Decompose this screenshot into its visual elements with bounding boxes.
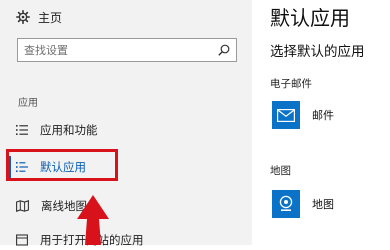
page-title: 默认应用 <box>270 6 350 30</box>
search-icon[interactable] <box>218 44 230 56</box>
web-app-icon <box>16 234 28 246</box>
default-maps-app-button[interactable]: 地图 <box>272 190 334 218</box>
sidebar-item-websites-apps[interactable]: 用于打开网站的应用 <box>16 230 246 250</box>
category-label-email: 电子邮件 <box>270 78 312 90</box>
main-content: 默认应用 选择默认的应用 电子邮件 邮件 地图 地图 <box>252 0 390 245</box>
default-email-app-button[interactable]: 邮件 <box>272 101 334 129</box>
app-name: 地图 <box>312 198 334 211</box>
list-icon <box>16 125 28 135</box>
mail-app-tile <box>272 101 300 129</box>
app-name: 邮件 <box>312 109 334 122</box>
section-title-apps: 应用 <box>18 98 38 109</box>
sidebar-item-offline-maps[interactable]: 离线地图 <box>16 196 246 216</box>
sidebar-item-label: 默认应用 <box>40 160 86 174</box>
sidebar-item-label: 离线地图 <box>41 199 87 213</box>
sidebar-item-label: 用于打开网站的应用 <box>40 233 144 247</box>
search-input[interactable] <box>24 43 218 57</box>
sidebar-item-default-apps[interactable]: 默认应用 <box>16 157 246 177</box>
maps-app-tile <box>272 190 300 218</box>
default-apps-icon <box>16 162 28 172</box>
home-label: 主页 <box>38 10 63 25</box>
page-subtitle: 选择默认的应用 <box>270 44 365 60</box>
sidebar-item-label: 应用和功能 <box>40 123 98 137</box>
map-icon <box>16 200 29 212</box>
category-label-maps: 地图 <box>270 165 291 177</box>
gear-icon <box>16 10 30 24</box>
settings-sidebar: 主页 应用 应用和功能 默认应用 离线地图 <box>0 0 252 247</box>
settings-search-box[interactable] <box>17 38 237 62</box>
sidebar-item-apps-features[interactable]: 应用和功能 <box>16 120 246 140</box>
home-nav-item[interactable]: 主页 <box>16 7 62 27</box>
active-indicator <box>8 156 11 178</box>
map-pin-icon <box>279 195 293 211</box>
mail-icon <box>277 108 295 122</box>
